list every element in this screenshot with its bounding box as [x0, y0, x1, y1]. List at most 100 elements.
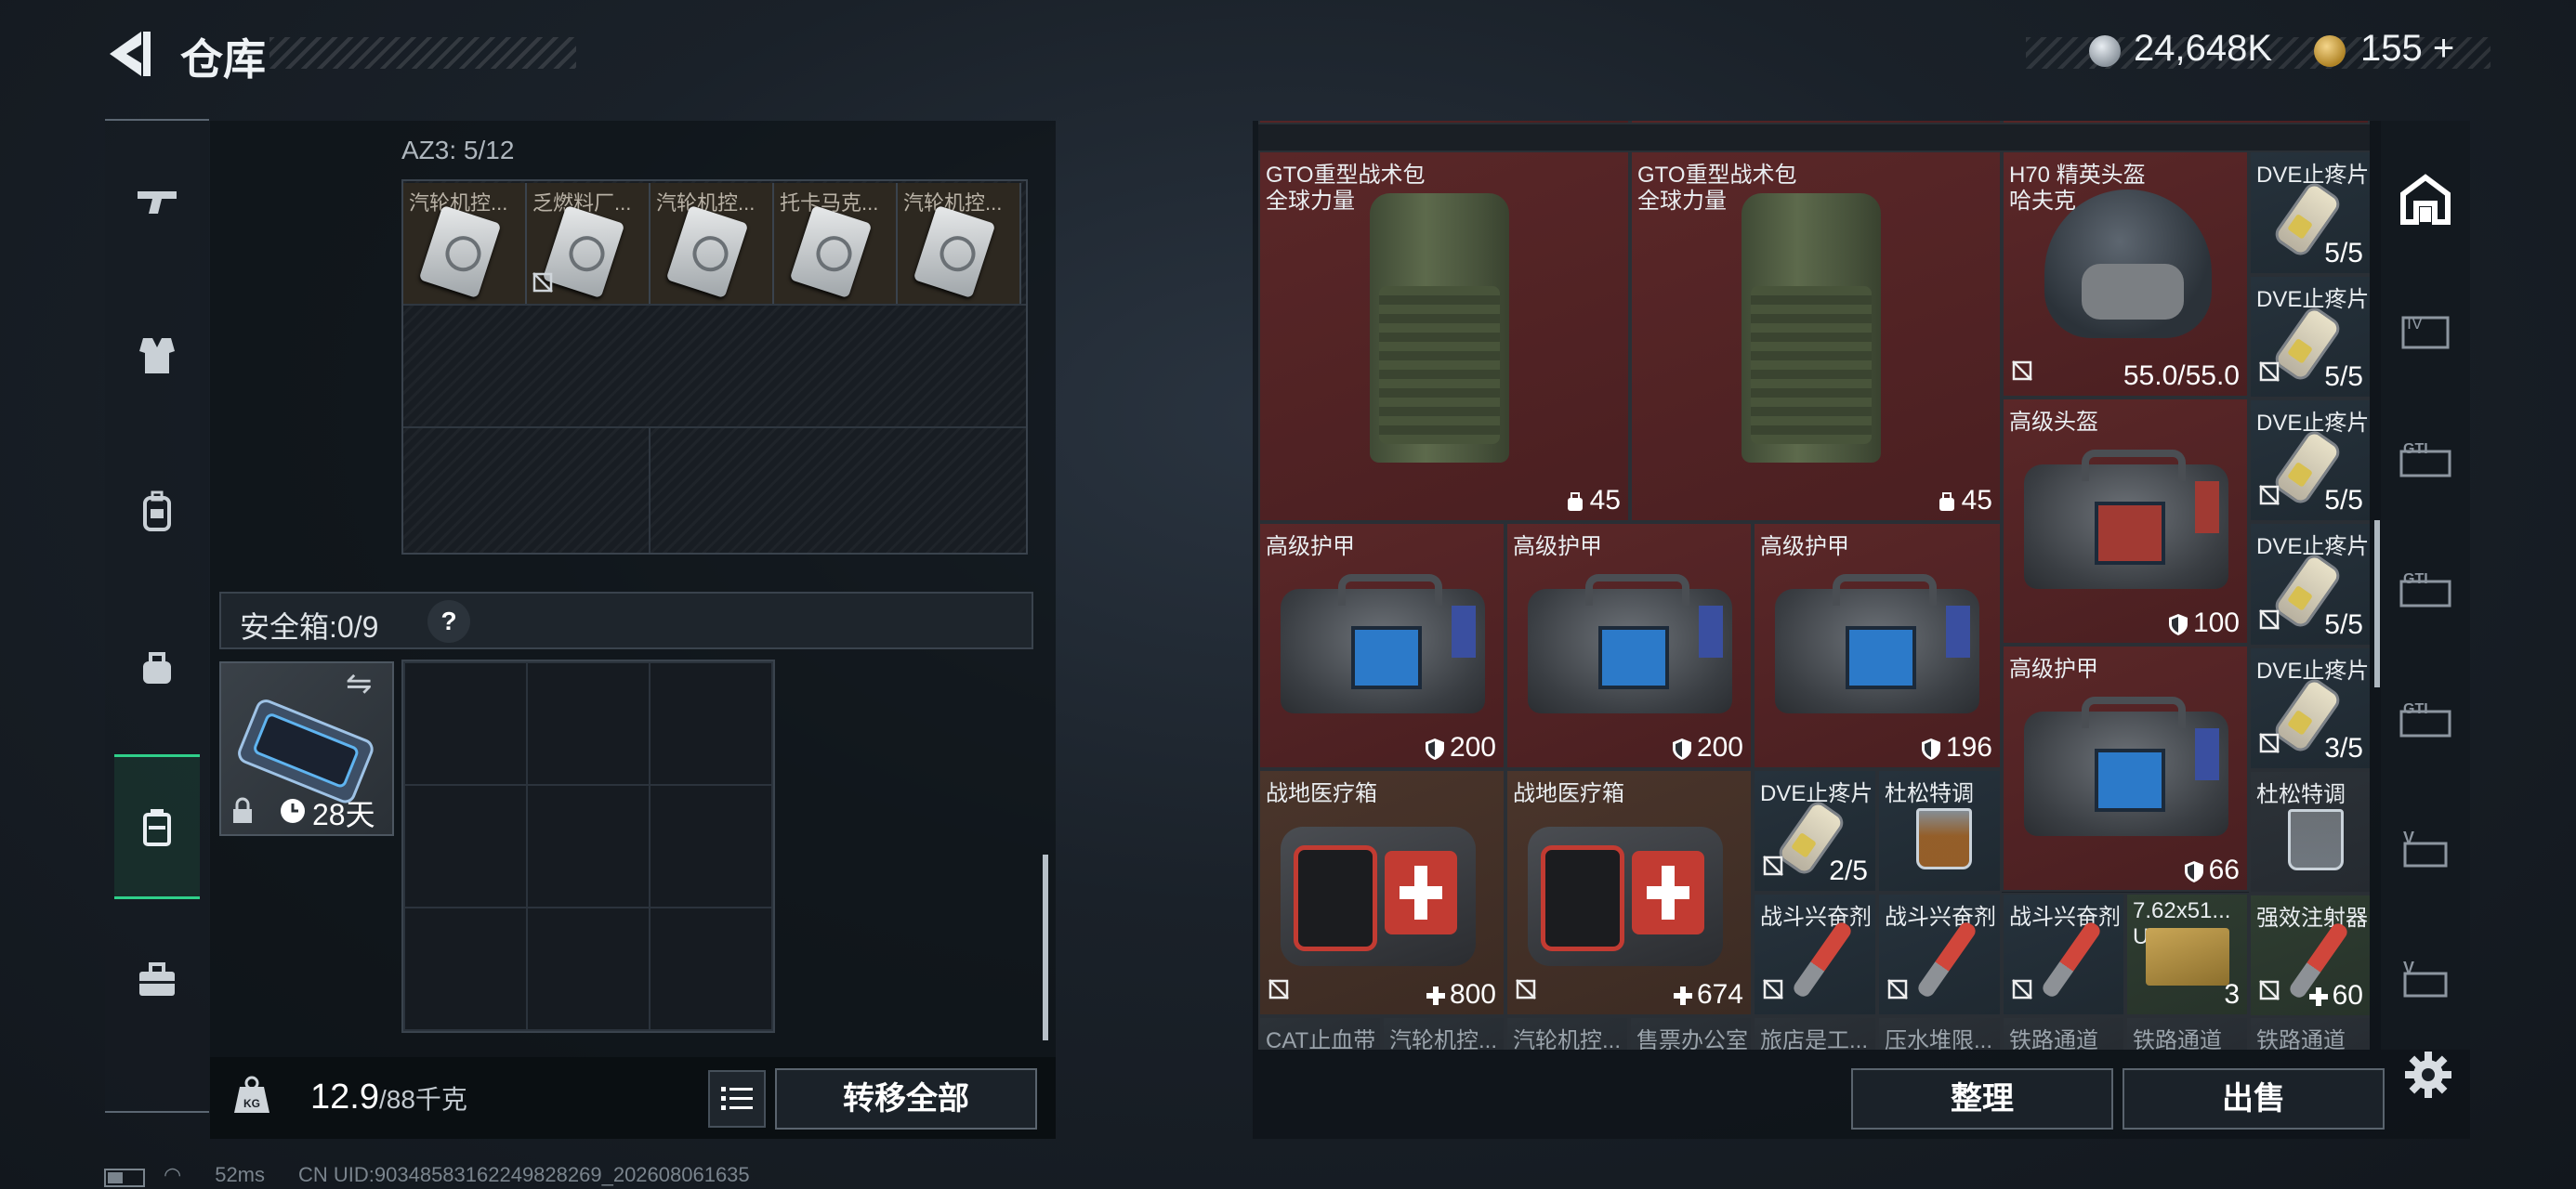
vest-icon: [139, 338, 175, 373]
gto-backpack-1[interactable]: GTO重型战术包 全球力量 45: [1258, 150, 1630, 522]
category-armor[interactable]: [114, 286, 200, 425]
partial-item-top-2[interactable]: ◉45: [1630, 121, 2002, 124]
money-amount[interactable]: 24,648K: [2134, 28, 2272, 70]
backpack-scrollbar[interactable]: [2374, 520, 2380, 687]
uses-value: 2/5: [1829, 856, 1868, 886]
tier4-icon: IV: [2401, 314, 2450, 349]
partial-item-bottom-5[interactable]: 旅店是工...: [1753, 1016, 1877, 1050]
tab-tier4[interactable]: IV: [2381, 260, 2470, 399]
h70-helmet[interactable]: H70 精英头盔 哈夫克 55.0/55.0: [2002, 150, 2249, 398]
partial-item-bottom-9[interactable]: 铁路通道: [2249, 1016, 2370, 1050]
dve-painkiller-5[interactable]: DVE止疼片 3/5: [2249, 647, 2370, 770]
field-medkit-2[interactable]: 战地医疗箱 674: [1505, 769, 1753, 1016]
item-value: 196: [1920, 732, 1992, 764]
uses-value: 5/5: [2324, 361, 2363, 392]
partial-item-bottom-6[interactable]: 压水堆限...: [1877, 1016, 2002, 1050]
advanced-armor-3[interactable]: 高级护甲 196: [1753, 522, 2002, 769]
title-decoration: [269, 37, 576, 69]
dve-painkiller-4[interactable]: DVE止疼片 5/5: [2249, 522, 2370, 647]
safe-box-grid[interactable]: [401, 660, 775, 1033]
keycard-icon: [665, 204, 749, 299]
combat-stim-1[interactable]: 战斗兴奋剂: [1753, 893, 1877, 1016]
category-backpack[interactable]: [114, 442, 200, 581]
partial-item-top-3[interactable]: ◉45: [2002, 121, 2370, 124]
container-label: AZ3: 5/12: [401, 136, 515, 164]
coupon-amount[interactable]: 155 +: [2360, 28, 2454, 70]
item-name: 战斗兴奋剂: [1760, 905, 1872, 930]
transfer-all-button[interactable]: 转移全部: [775, 1068, 1037, 1130]
combat-stim-3[interactable]: 战斗兴奋剂: [2002, 893, 2125, 1016]
advanced-armor-2[interactable]: 高级护甲 200: [1505, 522, 1753, 769]
tab-v-2[interactable]: V: [2381, 910, 2470, 1050]
stash-item-3[interactable]: 汽轮机控...: [651, 183, 774, 304]
stash-item-5[interactable]: 汽轮机控...: [898, 183, 1021, 304]
stash-item-4[interactable]: 托卡马克...: [774, 183, 898, 304]
partial-item-bottom-7[interactable]: 铁路通道: [2002, 1016, 2125, 1050]
item-name: 战地医疗箱: [1266, 781, 1377, 806]
uninsured-icon: [2258, 732, 2280, 759]
partial-item-bottom-2[interactable]: 汽轮机控...: [1382, 1016, 1505, 1050]
category-toolbox[interactable]: [114, 910, 200, 1050]
juniper-drink-2[interactable]: 杜松特调: [2249, 770, 2370, 894]
dve-painkiller-1[interactable]: DVE止疼片 5/5: [2249, 150, 2370, 275]
partial-item-bottom-1[interactable]: CAT止血带: [1258, 1016, 1382, 1050]
uses-value: 3/5: [2324, 733, 2363, 764]
armor-bag-art: [1775, 574, 1979, 713]
uid-text: CN UID:9034858316224982826​9_20260806163…: [298, 1163, 750, 1186]
sell-button[interactable]: 出售: [2123, 1068, 2385, 1130]
advanced-armor-1[interactable]: 高级护甲 200: [1258, 522, 1505, 769]
help-button[interactable]: ?: [427, 600, 470, 643]
stash-scrollbar[interactable]: [1043, 855, 1048, 1040]
advanced-armor-4[interactable]: 高级护甲 66: [2002, 645, 2249, 892]
dve-painkiller-2[interactable]: DVE止疼片 5/5: [2249, 275, 2370, 399]
tab-v-1[interactable]: V: [2381, 780, 2470, 920]
uninsured-icon: [2258, 979, 2280, 1006]
uses-value: 5/5: [2324, 238, 2363, 268]
list-view-button[interactable]: [708, 1070, 766, 1128]
dve-painkiller-6[interactable]: DVE止疼片 2/5: [1753, 769, 1877, 893]
advanced-helmet[interactable]: 高级头盔 100: [2002, 398, 2249, 645]
uninsured-icon: [1515, 978, 1537, 1005]
item-subname: 哈夫克: [2009, 189, 2076, 214]
juniper-drink-1[interactable]: 杜松特调: [1877, 769, 2002, 893]
shield-icon: [1425, 738, 1444, 761]
weight-icon: KG: [230, 1074, 273, 1117]
partial-item-bottom-4[interactable]: 售票办公室: [1629, 1016, 1753, 1050]
partial-item-bottom-8[interactable]: 铁路通道: [2125, 1016, 2249, 1050]
status-bar: ◠ 52ms CN UID:9034858316224982826​9_202608…: [164, 1163, 783, 1187]
partial-item-top-1[interactable]: ◉45: [1258, 121, 1630, 124]
sort-button[interactable]: 整理: [1851, 1068, 2113, 1130]
combat-stim-2[interactable]: 战斗兴奋剂: [1877, 893, 2002, 1016]
ammo-762[interactable]: 7.62x51... UN 3: [2125, 893, 2249, 1016]
tab-gti-2[interactable]: GTI: [2381, 520, 2470, 660]
swap-icon[interactable]: ⇋: [346, 665, 373, 702]
dve-painkiller-3[interactable]: DVE止疼片 5/5: [2249, 399, 2370, 522]
item-name: CAT止血带: [1266, 1028, 1376, 1050]
tab-home[interactable]: [2381, 130, 2470, 269]
battery-icon: [104, 1169, 145, 1187]
az3-container-grid[interactable]: 汽轮机控... 乏燃料厂... 汽轮机控... 托卡马克... 汽轮机控...: [401, 179, 1028, 555]
gear-icon: [2405, 1052, 2451, 1098]
item-subname: 全球力量: [1637, 189, 1727, 214]
back-button[interactable]: [104, 26, 154, 82]
tab-gti-3[interactable]: GTI: [2381, 650, 2470, 790]
plus-icon: [1673, 986, 1692, 1006]
svg-text:V: V: [2403, 829, 2414, 847]
partial-item-bottom-3[interactable]: 汽轮机控...: [1505, 1016, 1629, 1050]
category-secure-case[interactable]: [114, 754, 200, 899]
gto-backpack-2[interactable]: GTO重型战术包 全球力量 45: [1630, 150, 2002, 522]
item-name: 杜松特调: [1885, 781, 1974, 806]
armor-bag-art: [1528, 574, 1732, 713]
category-weapons[interactable]: [114, 130, 200, 269]
item-value: 800: [1426, 979, 1496, 1011]
injector-art: [2040, 920, 2103, 1000]
strong-injector[interactable]: 强效注射器 60: [2249, 894, 2370, 1017]
field-medkit-1[interactable]: 战地医疗箱 800: [1258, 769, 1505, 1016]
injector-art: [1915, 920, 1978, 1000]
tab-gti-1[interactable]: GTI: [2381, 390, 2470, 529]
stash-item-1[interactable]: 汽轮机控...: [403, 183, 527, 304]
category-rig[interactable]: [114, 598, 200, 738]
backpack-grid[interactable]: ◉45 ◉45 ◉45 GTO重型战术包 全球力量 45 GTO重型战术包 全球…: [1258, 121, 2370, 1050]
settings-button[interactable]: [2403, 1050, 2453, 1100]
coupon-plus[interactable]: +: [2433, 28, 2454, 69]
